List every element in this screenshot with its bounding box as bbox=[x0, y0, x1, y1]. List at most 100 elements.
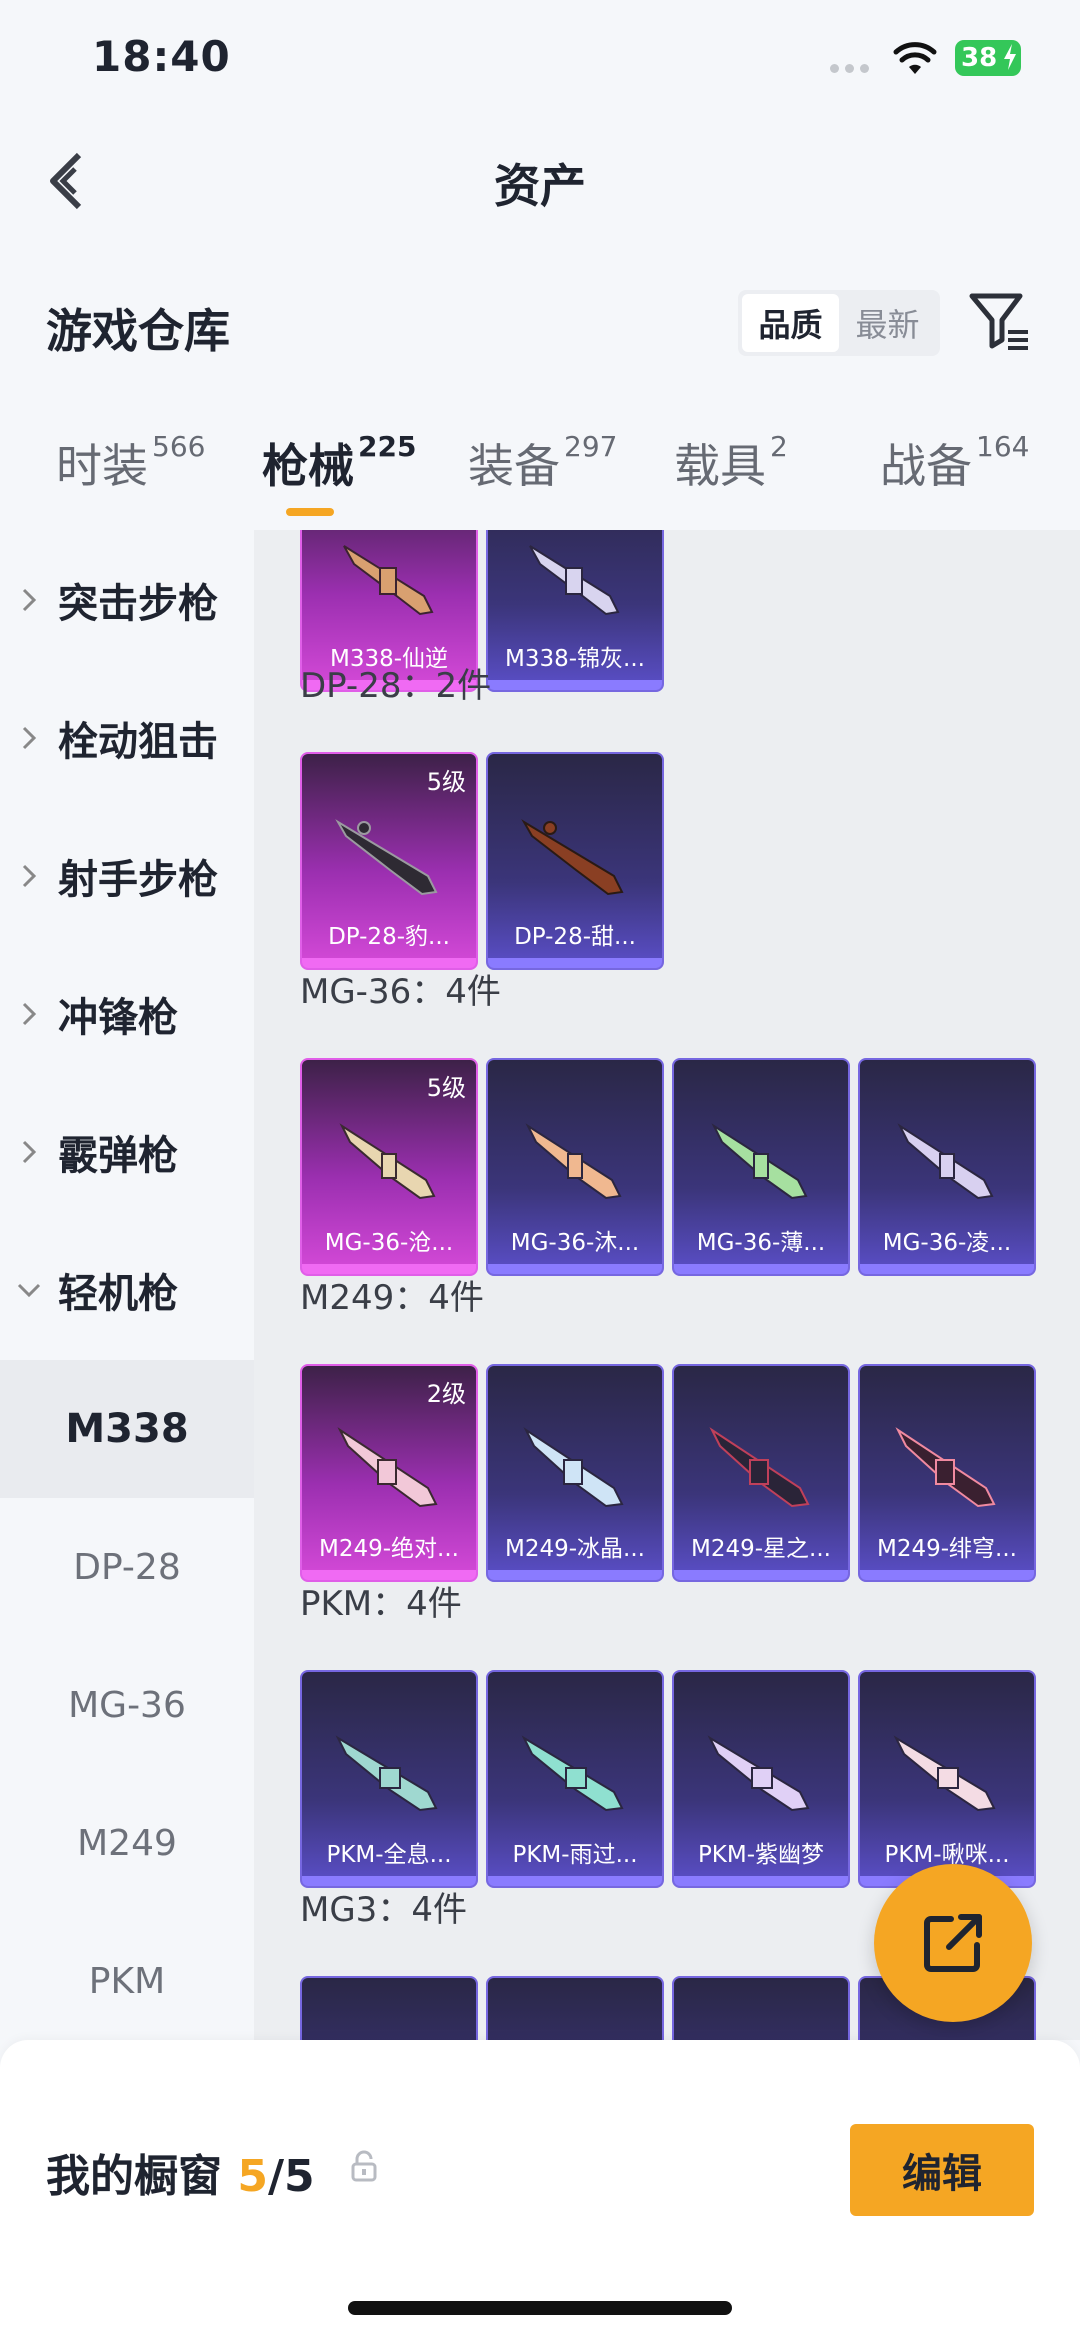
weapon-card[interactable]: 5级 DP-28-豹... bbox=[300, 752, 478, 970]
rifle-icon bbox=[897, 1123, 994, 1200]
sidebar-item-dp28[interactable]: DP-28 bbox=[0, 1498, 254, 1636]
level-badge: 5级 bbox=[426, 768, 466, 796]
weapon-card[interactable]: 5级 MG-36-沧... bbox=[300, 1058, 478, 1276]
share-button[interactable] bbox=[874, 1864, 1032, 2022]
weapon-card[interactable]: 2级 M249-绝对... bbox=[300, 1364, 478, 1582]
rarity-bar bbox=[860, 1570, 1034, 1580]
sidebar-category-label: 突击步枪 bbox=[58, 581, 218, 627]
sidebar-category-label: 轻机枪 bbox=[58, 1271, 178, 1317]
tab-equipment[interactable]: 装备 297 bbox=[468, 430, 617, 496]
weapon-card[interactable]: MG-36-薄... bbox=[672, 1058, 850, 1276]
rifle-icon bbox=[893, 1735, 996, 1812]
sidebar-category-lmg[interactable]: 轻机枪 bbox=[0, 1240, 254, 1340]
edit-button[interactable]: 编辑 bbox=[850, 2124, 1034, 2216]
tab-label: 战备 bbox=[880, 439, 972, 493]
weapon-card[interactable]: MG-36-凌... bbox=[858, 1058, 1036, 1276]
tab-fashion[interactable]: 时装 566 bbox=[56, 430, 205, 496]
rifle-icon bbox=[521, 819, 624, 896]
weapon-card[interactable]: M249-绯穹... bbox=[858, 1364, 1036, 1582]
rifle-icon bbox=[335, 819, 438, 896]
weapon-card[interactable]: MG-36-沐... bbox=[486, 1058, 664, 1276]
group-title: M249：4件 bbox=[300, 1278, 484, 1318]
weapon-label: DP-28-豹... bbox=[328, 924, 450, 950]
status-time: 18:40 bbox=[92, 32, 231, 81]
rifle-icon bbox=[343, 545, 434, 616]
category-tabs: 时装 566 枪械 225 装备 297 载具 2 战备 164 bbox=[0, 430, 1080, 530]
level-badge: 2级 bbox=[426, 1380, 466, 1408]
sidebar-category-bolt-sniper[interactable]: 栓动狙击 bbox=[0, 688, 254, 788]
sidebar-item-m249[interactable]: M249 bbox=[0, 1774, 254, 1912]
weapon-label: DP-28-甜... bbox=[514, 924, 636, 950]
rarity-bar bbox=[674, 1570, 848, 1580]
weapon-label: MG-36-薄... bbox=[696, 1230, 826, 1256]
sort-latest-button[interactable]: 最新 bbox=[839, 294, 936, 352]
weapon-card[interactable]: PKM-紫幽梦 bbox=[672, 1670, 850, 1888]
rifle-icon bbox=[696, 2018, 830, 2040]
warehouse-title: 游戏仓库 bbox=[46, 304, 230, 358]
group-title: MG-36：4件 bbox=[300, 972, 501, 1012]
tab-label: 装备 bbox=[468, 439, 560, 493]
rarity-bar bbox=[674, 1264, 848, 1274]
weapon-label: MG-36-沐... bbox=[510, 1230, 640, 1256]
rifle-icon bbox=[529, 545, 620, 616]
showcase-label: 我的橱窗 5/5 bbox=[46, 2140, 315, 2204]
group-title: DP-28：2件 bbox=[300, 666, 492, 706]
weapon-label: M249-绝对... bbox=[319, 1536, 459, 1562]
tab-battle-gear[interactable]: 战备 164 bbox=[880, 430, 1029, 496]
rifle-icon bbox=[510, 2018, 644, 2040]
chevron-right-icon bbox=[0, 587, 58, 613]
rifle-icon bbox=[335, 1735, 438, 1812]
sidebar-item-pkm[interactable]: PKM bbox=[0, 1912, 254, 2050]
tab-firearms[interactable]: 枪械 225 bbox=[262, 430, 416, 496]
chevron-right-icon bbox=[0, 1139, 58, 1165]
sidebar-item-m338[interactable]: M338 bbox=[0, 1360, 254, 1498]
weapon-card[interactable]: DP-28-甜... bbox=[486, 752, 664, 970]
chevron-right-icon bbox=[0, 1001, 58, 1027]
showcase-count: 5 bbox=[237, 2151, 268, 2202]
tab-label: 时装 bbox=[56, 439, 148, 493]
status-bar: 18:40 38 bbox=[0, 0, 1080, 120]
sidebar-category-assault-rifle[interactable]: 突击步枪 bbox=[0, 550, 254, 650]
tab-count: 566 bbox=[152, 430, 206, 463]
sidebar-category-smg[interactable]: 冲锋枪 bbox=[0, 964, 254, 1064]
sidebar-category-label: 霰弹枪 bbox=[58, 1133, 178, 1179]
filter-icon bbox=[969, 293, 1028, 350]
sidebar-category-shotgun[interactable]: 霰弹枪 bbox=[0, 1102, 254, 1202]
weapon-card[interactable] bbox=[486, 1976, 664, 2040]
weapon-card[interactable] bbox=[672, 1976, 850, 2040]
level-badge: 5级 bbox=[426, 1074, 466, 1102]
tab-count: 2 bbox=[770, 430, 788, 463]
sort-quality-button[interactable]: 品质 bbox=[742, 294, 839, 352]
weapon-card[interactable]: PKM-全息... bbox=[300, 1670, 478, 1888]
charging-bolt-icon bbox=[1004, 44, 1016, 70]
group-title: MG3：4件 bbox=[300, 1890, 467, 1930]
chevron-down-icon bbox=[0, 1282, 58, 1298]
weapon-label: PKM-雨过... bbox=[512, 1842, 638, 1868]
sidebar-category-label: 栓动狙击 bbox=[58, 719, 218, 765]
showcase-title: 我的橱窗 bbox=[46, 2151, 222, 2202]
tab-vehicles[interactable]: 载具 2 bbox=[674, 430, 788, 496]
chevron-right-icon bbox=[0, 725, 58, 751]
weapon-card[interactable]: M338-锦灰... bbox=[486, 530, 664, 692]
weapon-card[interactable]: M249-星之... bbox=[672, 1364, 850, 1582]
sidebar-category-label: 冲锋枪 bbox=[58, 995, 178, 1041]
weapon-card[interactable]: M249-冰晶... bbox=[486, 1364, 664, 1582]
rarity-bar bbox=[488, 1570, 662, 1580]
filter-button[interactable] bbox=[968, 290, 1032, 354]
weapon-label: M338-锦灰... bbox=[505, 646, 645, 672]
weapon-grid: M338-仙逆 M338-锦灰... DP-28：2件 5级 DP-28-豹..… bbox=[254, 530, 1080, 2040]
sidebar-category-label: 射手步枪 bbox=[58, 857, 218, 903]
cellular-signal-icon bbox=[830, 62, 870, 74]
sort-toggle: 品质 最新 bbox=[738, 290, 940, 356]
chevron-right-icon bbox=[0, 863, 58, 889]
sidebar-item-mg36[interactable]: MG-36 bbox=[0, 1636, 254, 1774]
sidebar-category-marksman-rifle[interactable]: 射手步枪 bbox=[0, 826, 254, 926]
weapon-card[interactable]: PKM-啾咪... bbox=[858, 1670, 1036, 1888]
weapon-label: MG-36-沧... bbox=[324, 1230, 454, 1256]
tab-count: 297 bbox=[564, 430, 618, 463]
weapon-label: M249-绯穹... bbox=[877, 1536, 1017, 1562]
rarity-bar bbox=[488, 1876, 662, 1886]
rarity-bar bbox=[488, 1264, 662, 1274]
weapon-card[interactable]: PKM-雨过... bbox=[486, 1670, 664, 1888]
weapon-card[interactable] bbox=[300, 1976, 478, 2040]
